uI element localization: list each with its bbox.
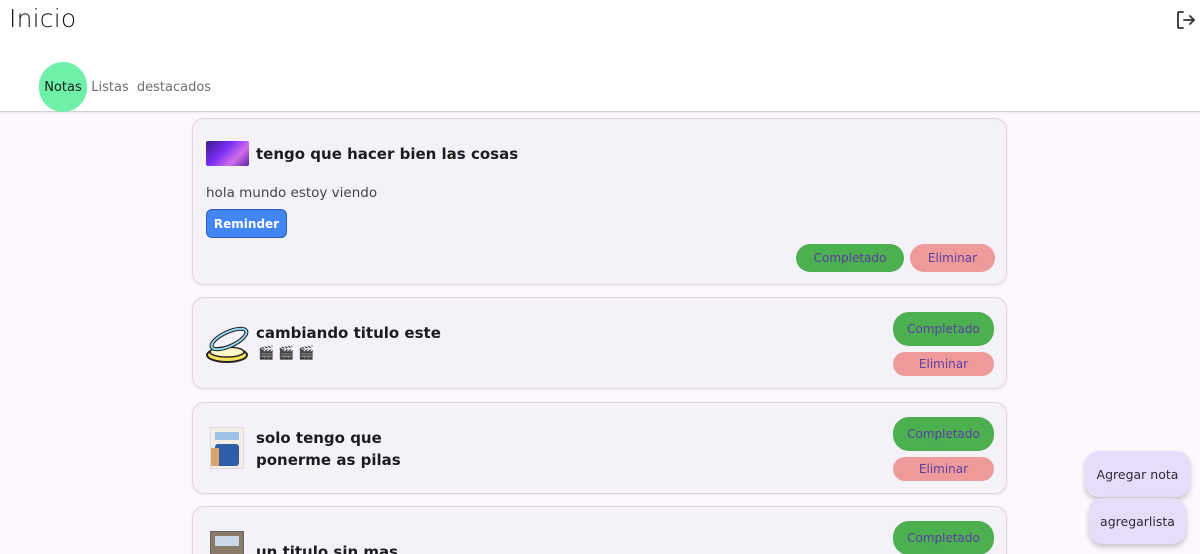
- clapper-emojis: 🎬🎬🎬: [258, 346, 319, 361]
- delete-button[interactable]: Eliminar: [893, 352, 994, 376]
- note-thumbnail: [206, 141, 249, 166]
- delete-button[interactable]: Eliminar: [910, 244, 995, 272]
- book-thumbnail: [210, 427, 244, 469]
- note-card[interactable]: un titulo sin mas Completado: [192, 506, 1007, 554]
- complete-button[interactable]: Completado: [796, 244, 904, 272]
- note-card[interactable]: tengo que hacer bien las cosas hola mund…: [192, 118, 1007, 285]
- note-title: tengo que hacer bien las cosas: [256, 145, 519, 163]
- note-card[interactable]: solo tengo que ponerme as pilas Completa…: [192, 402, 1007, 494]
- book-thumbnail: [210, 531, 244, 554]
- ring-image: [205, 322, 250, 366]
- note-title-line: ponerme as pilas: [256, 451, 401, 469]
- delete-button[interactable]: Eliminar: [893, 457, 994, 481]
- complete-button[interactable]: Completado: [893, 312, 994, 346]
- complete-button[interactable]: Completado: [893, 521, 994, 554]
- reminder-button[interactable]: Reminder: [206, 209, 287, 238]
- note-body: hola mundo estoy viendo: [206, 185, 378, 201]
- note-title: un titulo sin mas: [256, 543, 399, 554]
- complete-button[interactable]: Completado: [893, 417, 994, 451]
- tab-notas[interactable]: Notas: [39, 62, 87, 112]
- note-title: cambiando titulo este: [256, 324, 441, 342]
- note-title-line: solo tengo que: [256, 429, 382, 447]
- tab-destacados[interactable]: destacados: [137, 62, 211, 112]
- page-title: Inicio: [9, 4, 77, 33]
- note-card[interactable]: cambiando titulo este 🎬🎬🎬 Completado Eli…: [192, 297, 1007, 389]
- add-note-button[interactable]: Agregar nota: [1085, 451, 1190, 497]
- note-title: solo tengo que ponerme as pilas: [256, 427, 401, 471]
- tab-listas[interactable]: Listas: [91, 62, 128, 112]
- add-list-button[interactable]: agregarlista: [1089, 498, 1186, 544]
- app-header: Inicio Notas Listas destacados: [0, 0, 1200, 112]
- logout-icon[interactable]: [1174, 8, 1198, 32]
